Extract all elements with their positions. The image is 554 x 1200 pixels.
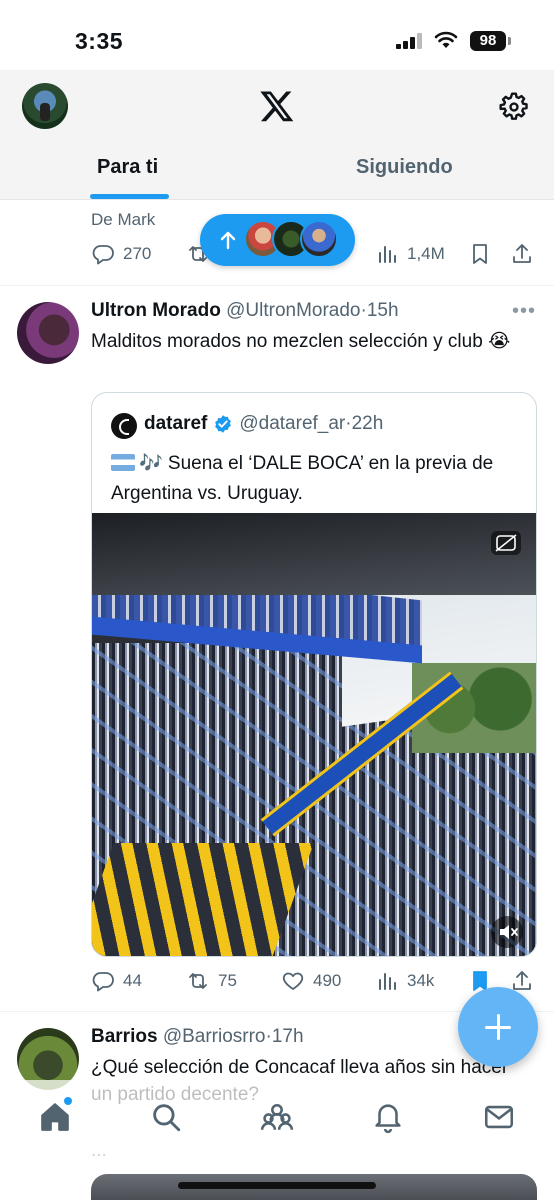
quoted-author-name: dataref [144, 413, 208, 434]
reply-button[interactable]: 270 [91, 242, 151, 266]
bookmark-icon [473, 244, 487, 264]
reply-icon [92, 972, 114, 992]
bell-icon [375, 1104, 401, 1134]
new-posts-pill[interactable] [200, 214, 355, 266]
like-icon [282, 972, 304, 990]
share-icon [513, 244, 531, 263]
views-icon [379, 246, 396, 263]
share-button[interactable] [510, 242, 534, 266]
quoted-post-header: dataref @dataref_ar·22h [144, 413, 383, 435]
tab-para-ti[interactable]: Para ti [97, 156, 158, 179]
views-count: 1,4M [407, 244, 445, 263]
post-header: Barrios @Barriosrro·17h [91, 1026, 304, 1048]
nav-home[interactable] [38, 1097, 72, 1134]
home-icon [41, 1103, 69, 1131]
like-button[interactable]: 490 [281, 969, 341, 993]
top-header: Para ti Siguiendo [0, 70, 554, 200]
author-avatar[interactable] [17, 302, 79, 364]
stadium-video[interactable] [92, 513, 536, 956]
repost-button[interactable]: 75 [186, 969, 237, 993]
reply-button[interactable]: 44 [91, 969, 142, 993]
captions-icon[interactable] [491, 531, 521, 555]
gear-icon[interactable] [498, 91, 530, 123]
nav-messages[interactable] [482, 1100, 516, 1134]
home-indicator [178, 1182, 376, 1189]
nav-communities[interactable] [260, 1100, 294, 1134]
reply-count: 270 [123, 244, 152, 263]
bookmark-button[interactable] [468, 242, 492, 266]
status-bar: 3:35 98 [0, 0, 554, 70]
nav-notifications[interactable] [371, 1100, 405, 1134]
wifi-icon [434, 31, 458, 48]
views-count: 34k [407, 971, 435, 990]
search-icon [153, 1104, 181, 1132]
battery-indicator: 98 [470, 31, 506, 51]
quoted-author-avatar [111, 413, 137, 439]
communities-icon [260, 1103, 294, 1130]
quoted-post[interactable]: dataref @dataref_ar·22h 🎶 Suena el ‘DALE… [91, 392, 537, 957]
mute-icon[interactable] [491, 916, 523, 948]
active-tab-indicator [90, 194, 169, 199]
views-button[interactable]: 1,4M [375, 242, 445, 266]
post-text: Malditos morados no mezclen selección y … [91, 331, 511, 352]
arrow-up-icon [220, 231, 236, 250]
author-name[interactable]: Barrios [91, 1026, 158, 1047]
author-handle[interactable]: @Barriosrro [163, 1026, 266, 1047]
signal-icon [396, 33, 424, 49]
more-options-icon[interactable]: ••• [512, 300, 536, 323]
quoted-post-text-wrap: 🎶 Suena el ‘DALE BOCA’ en la previa de A… [111, 449, 521, 509]
author-name[interactable]: Ultron Morado [91, 300, 221, 321]
repost-icon [189, 973, 207, 989]
quoted-post-time: 22h [351, 413, 384, 434]
post-time: 15h [366, 300, 399, 321]
stadium-roof [92, 513, 536, 595]
quoted-author-handle: @dataref_ar [239, 413, 346, 434]
notification-dot [64, 1097, 72, 1105]
post-time: 17h [271, 1026, 304, 1047]
like-count: 490 [313, 971, 342, 990]
nav-search[interactable] [149, 1100, 183, 1134]
compose-post-button[interactable] [458, 987, 538, 1067]
previous-post-author: De Mark [91, 210, 156, 229]
post[interactable]: Ultron Morado @UltronMorado·15h ••• Mald… [0, 286, 554, 1012]
x-logo[interactable] [258, 88, 296, 124]
repost-count: 75 [218, 971, 237, 990]
reply-icon [92, 245, 114, 265]
mail-icon [484, 1105, 514, 1129]
tab-siguiendo[interactable]: Siguiendo [356, 156, 453, 179]
views-icon [379, 973, 396, 990]
views-button[interactable]: 34k [375, 969, 434, 993]
bottom-navigation [0, 1080, 554, 1160]
battery-tip [508, 37, 511, 45]
author-handle[interactable]: @UltronMorado [226, 300, 360, 321]
argentina-flag-icon [111, 454, 135, 471]
verified-icon [215, 415, 232, 433]
new-post-avatar [300, 220, 338, 258]
status-time: 3:35 [75, 28, 124, 54]
post-header: Ultron Morado @UltronMorado·15h [91, 300, 399, 322]
reply-count: 44 [123, 971, 142, 990]
quoted-post-text: 🎶 Suena el ‘DALE BOCA’ en la previa de A… [111, 453, 494, 504]
profile-avatar[interactable] [22, 83, 68, 129]
